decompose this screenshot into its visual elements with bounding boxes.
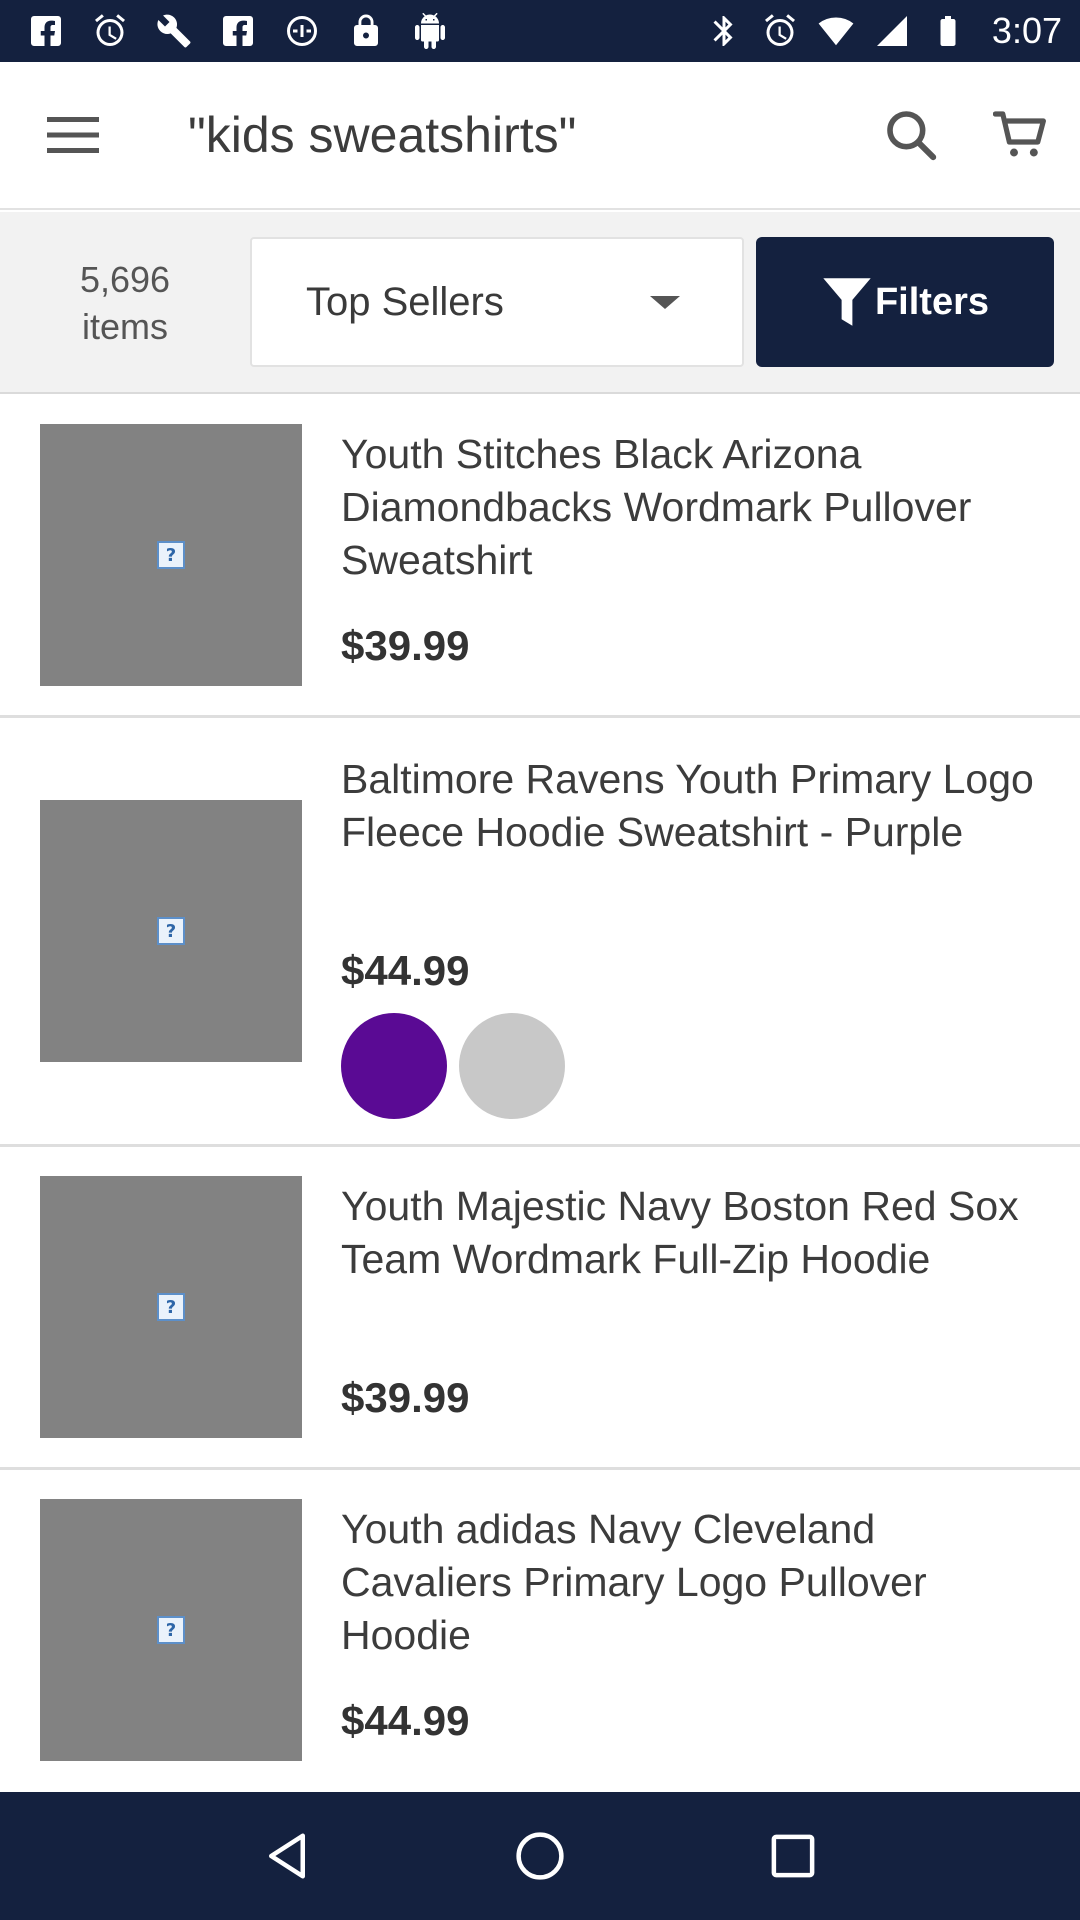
status-time: 3:07 — [991, 10, 1062, 51]
recents-icon — [771, 1834, 815, 1878]
product-image-placeholder[interactable]: ? — [40, 1499, 302, 1761]
cart-icon — [993, 111, 1046, 157]
sort-selected-value: Top Sellers — [306, 279, 504, 324]
sort-dropdown[interactable]: Top Sellers — [250, 237, 744, 367]
product-title[interactable]: Youth adidas Navy Cleveland Cavaliers Pr… — [341, 1503, 1041, 1662]
facebook-icon — [26, 11, 66, 51]
broken-image-icon: ? — [157, 1293, 185, 1321]
nav-back-button[interactable] — [227, 1796, 347, 1916]
bluetooth-icon — [704, 11, 744, 51]
search-button[interactable] — [856, 61, 966, 209]
product-title[interactable]: Baltimore Ravens Youth Primary Logo Flee… — [341, 753, 1041, 859]
system-status-icons: 3:07 — [704, 10, 1062, 52]
item-count-number: 5,696 — [79, 259, 171, 300]
product-image-placeholder[interactable]: ? — [40, 800, 302, 1062]
back-icon — [268, 1833, 305, 1879]
signal-icon — [872, 11, 912, 51]
facebook-icon — [218, 11, 258, 51]
lock-icon — [346, 11, 386, 51]
status-bar: 3:07 — [0, 0, 1080, 62]
product-price: $44.99 — [341, 947, 470, 994]
item-count: 5,696 items — [40, 256, 210, 350]
chevron-down-icon — [650, 295, 680, 309]
broken-image-icon: ? — [157, 917, 185, 945]
page-title: "kids sweatshirts" — [188, 107, 577, 163]
alarm-icon — [90, 11, 130, 51]
wrench-icon — [154, 11, 194, 51]
filters-button[interactable]: Filters — [756, 237, 1054, 367]
product-price: $39.99 — [341, 622, 470, 669]
filters-label: Filters — [874, 280, 990, 323]
broken-image-icon: ? — [157, 541, 185, 569]
battery-icon — [928, 11, 968, 51]
product-image-placeholder[interactable]: ? — [40, 1176, 302, 1438]
app-header: "kids sweatshirts" — [0, 62, 1080, 210]
product-card[interactable]: ? Youth Majestic Navy Boston Red Sox Tea… — [0, 1148, 1080, 1470]
notification-icons — [26, 11, 450, 51]
product-title[interactable]: Youth Majestic Navy Boston Red Sox Team … — [341, 1180, 1041, 1286]
filter-funnel-icon — [823, 278, 871, 326]
product-card[interactable]: ? Youth adidas Navy Cleveland Cavaliers … — [0, 1471, 1080, 1793]
sort-filter-bar: 5,696 items Top Sellers Filters — [0, 212, 1080, 394]
product-card[interactable]: ? Youth Stitches Black Arizona Diamondba… — [0, 396, 1080, 718]
nav-recents-button[interactable] — [733, 1796, 853, 1916]
product-image-placeholder[interactable]: ? — [40, 424, 302, 686]
product-price: $39.99 — [341, 1374, 470, 1421]
color-swatch-purple[interactable] — [341, 1013, 447, 1119]
product-card[interactable]: ? Baltimore Ravens Youth Primary Logo Fl… — [0, 719, 1080, 1147]
home-icon — [516, 1832, 564, 1880]
color-swatch-gray[interactable] — [459, 1013, 565, 1119]
nav-home-button[interactable] — [480, 1796, 600, 1916]
cart-button[interactable] — [966, 61, 1076, 209]
system-nav-bar — [0, 1792, 1080, 1920]
alarm-icon — [760, 11, 800, 51]
hamburger-menu-icon — [47, 117, 99, 153]
item-count-label: items — [81, 306, 168, 347]
product-title[interactable]: Youth Stitches Black Arizona Diamondback… — [341, 428, 1041, 587]
product-price: $44.99 — [341, 1697, 470, 1744]
wifi-icon — [816, 11, 856, 51]
search-icon — [887, 111, 937, 161]
cast-icon — [282, 11, 322, 51]
broken-image-icon: ? — [157, 1616, 185, 1644]
hamburger-menu-button[interactable] — [0, 61, 146, 209]
android-icon — [410, 11, 450, 51]
